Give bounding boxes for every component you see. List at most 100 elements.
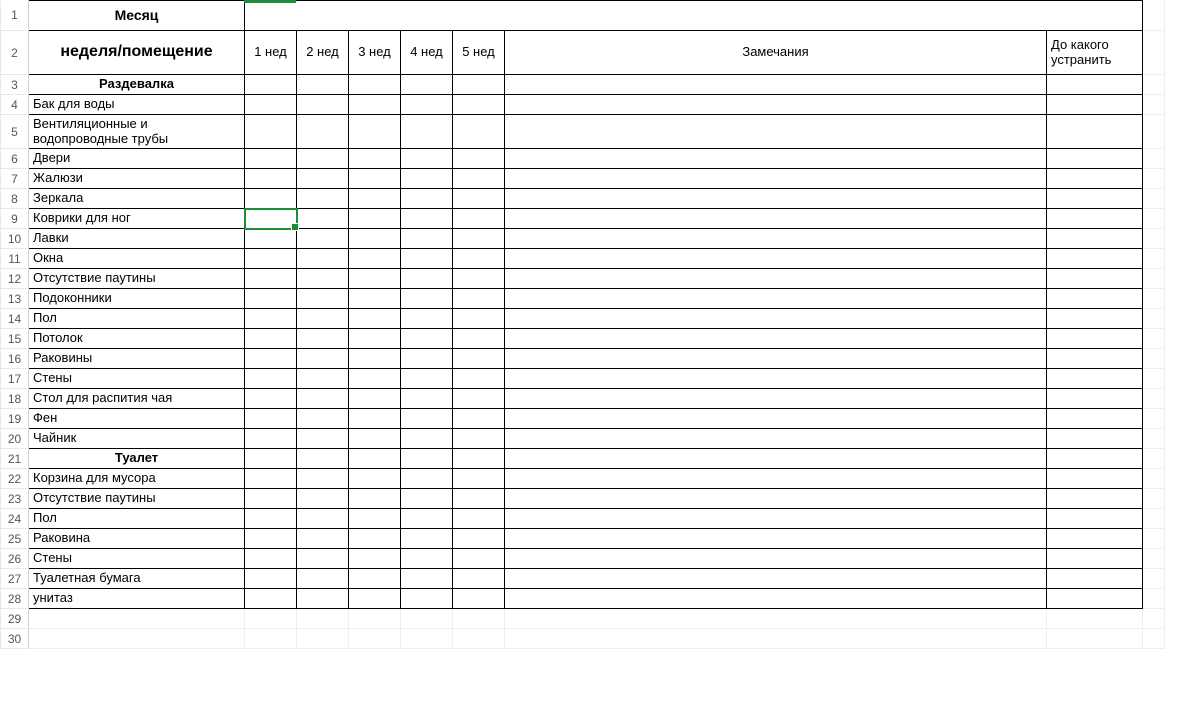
week-cell[interactable] (453, 369, 505, 389)
week-cell[interactable] (245, 309, 297, 329)
week-cell[interactable] (245, 209, 297, 229)
notes-cell[interactable] (505, 489, 1047, 509)
tail-cell[interactable] (1143, 329, 1165, 349)
deadline-cell[interactable] (1047, 589, 1143, 609)
notes-cell[interactable] (505, 529, 1047, 549)
deadline-cell[interactable] (1047, 189, 1143, 209)
row-number[interactable]: 6 (1, 149, 29, 169)
row-number[interactable]: 9 (1, 209, 29, 229)
notes-cell[interactable] (505, 115, 1047, 149)
notes-cell[interactable] (505, 349, 1047, 369)
deadline-cell[interactable] (1047, 409, 1143, 429)
week-cell[interactable] (401, 549, 453, 569)
deadline-cell[interactable] (1047, 95, 1143, 115)
week-cell[interactable] (245, 569, 297, 589)
tail-cell[interactable] (1143, 609, 1165, 629)
week-cell[interactable] (349, 149, 401, 169)
week-cell[interactable] (453, 569, 505, 589)
week-cell[interactable] (349, 389, 401, 409)
week-cell[interactable] (297, 369, 349, 389)
notes-cell[interactable] (505, 389, 1047, 409)
tail-cell[interactable] (1143, 229, 1165, 249)
deadline-cell[interactable] (1047, 429, 1143, 449)
deadline-cell[interactable] (1047, 369, 1143, 389)
row-number[interactable]: 16 (1, 349, 29, 369)
week-cell[interactable] (453, 509, 505, 529)
row-number[interactable]: 4 (1, 95, 29, 115)
tail-cell[interactable] (1143, 589, 1165, 609)
empty-cell[interactable] (401, 629, 453, 649)
tail-cell[interactable] (1143, 289, 1165, 309)
week-cell[interactable] (245, 509, 297, 529)
empty-cell[interactable] (297, 609, 349, 629)
notes-cell[interactable] (505, 549, 1047, 569)
week-cell[interactable] (349, 449, 401, 469)
week-cell[interactable] (453, 469, 505, 489)
week-cell[interactable] (349, 269, 401, 289)
deadline-cell[interactable] (1047, 229, 1143, 249)
week-cell[interactable] (401, 189, 453, 209)
notes-cell[interactable] (505, 95, 1047, 115)
tail-cell[interactable] (1143, 309, 1165, 329)
week-cell[interactable] (453, 169, 505, 189)
week-cell[interactable] (245, 189, 297, 209)
deadline-cell[interactable] (1047, 529, 1143, 549)
row-number[interactable]: 14 (1, 309, 29, 329)
notes-cell[interactable] (505, 209, 1047, 229)
week-cell[interactable] (453, 389, 505, 409)
tail-cell[interactable] (1143, 569, 1165, 589)
week-cell[interactable] (297, 429, 349, 449)
empty-cell[interactable] (349, 609, 401, 629)
week-cell[interactable] (401, 169, 453, 189)
deadline-cell[interactable] (1047, 249, 1143, 269)
week-cell[interactable] (349, 489, 401, 509)
week-cell[interactable] (401, 149, 453, 169)
week-cell[interactable] (453, 115, 505, 149)
week-cell[interactable] (297, 209, 349, 229)
week-cell[interactable] (245, 529, 297, 549)
row-number[interactable]: 19 (1, 409, 29, 429)
notes-cell[interactable] (505, 189, 1047, 209)
notes-cell[interactable] (505, 469, 1047, 489)
week-cell[interactable] (297, 409, 349, 429)
week-cell[interactable] (245, 95, 297, 115)
empty-cell[interactable] (453, 609, 505, 629)
row-number[interactable]: 21 (1, 449, 29, 469)
tail-cell[interactable] (1143, 549, 1165, 569)
week-cell[interactable] (245, 449, 297, 469)
row-number[interactable]: 26 (1, 549, 29, 569)
week-cell[interactable] (245, 369, 297, 389)
week-cell[interactable] (349, 409, 401, 429)
week-cell[interactable] (349, 429, 401, 449)
week-cell[interactable] (401, 75, 453, 95)
notes-cell[interactable] (505, 509, 1047, 529)
week-cell[interactable] (349, 469, 401, 489)
week-cell[interactable] (297, 229, 349, 249)
empty-cell[interactable] (505, 609, 1047, 629)
week-cell[interactable] (401, 289, 453, 309)
row-number[interactable]: 17 (1, 369, 29, 389)
week-cell[interactable] (453, 589, 505, 609)
tail-cell[interactable] (1143, 75, 1165, 95)
tail-cell[interactable] (1143, 409, 1165, 429)
week-cell[interactable] (349, 589, 401, 609)
deadline-cell[interactable] (1047, 209, 1143, 229)
tail-cell[interactable] (1143, 95, 1165, 115)
empty-cell[interactable] (29, 609, 245, 629)
week-cell[interactable] (297, 529, 349, 549)
notes-cell[interactable] (505, 149, 1047, 169)
deadline-cell[interactable] (1047, 349, 1143, 369)
tail-cell[interactable] (1143, 1, 1165, 31)
tail-cell[interactable] (1143, 529, 1165, 549)
deadline-cell[interactable] (1047, 329, 1143, 349)
row-number[interactable]: 23 (1, 489, 29, 509)
deadline-cell[interactable] (1047, 115, 1143, 149)
tail-cell[interactable] (1143, 389, 1165, 409)
week-cell[interactable] (453, 449, 505, 469)
row-number[interactable]: 10 (1, 229, 29, 249)
tail-cell[interactable] (1143, 349, 1165, 369)
week-cell[interactable] (349, 209, 401, 229)
week-cell[interactable] (453, 409, 505, 429)
week-cell[interactable] (453, 489, 505, 509)
week-cell[interactable] (245, 269, 297, 289)
